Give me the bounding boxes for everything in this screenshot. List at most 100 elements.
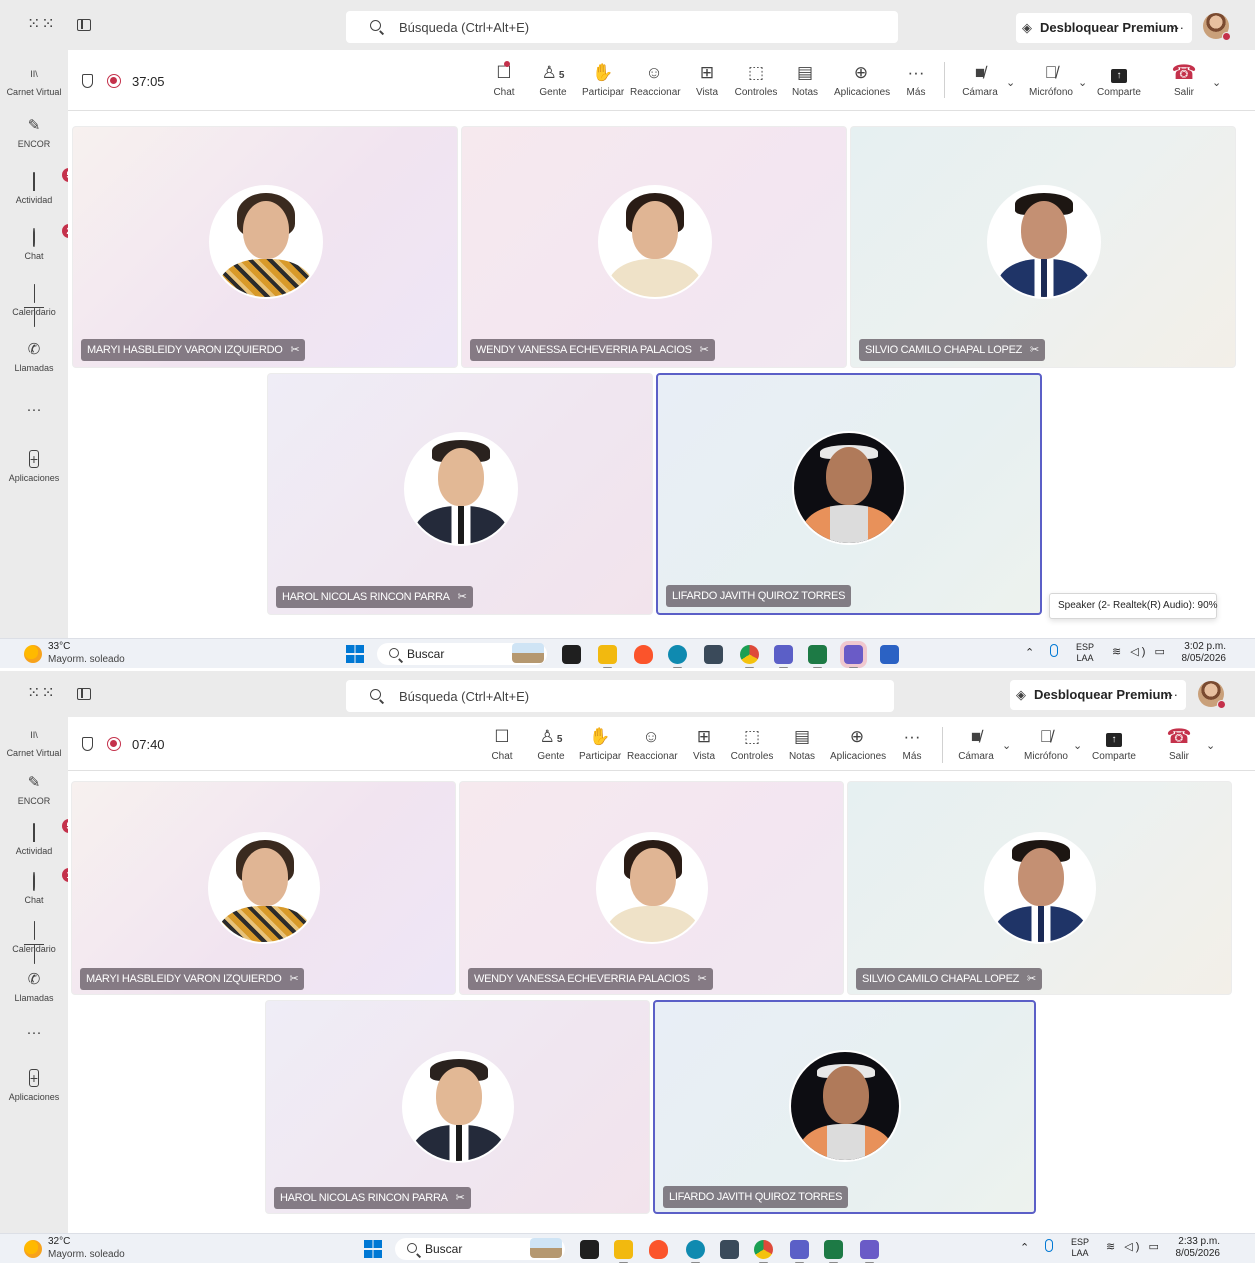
- weather-temperature[interactable]: 32°C: [48, 1236, 70, 1247]
- rail-item-chat[interactable]: 1 Chat: [0, 868, 76, 918]
- participant-tile[interactable]: MARYI HASBLEIDY VARON IZQUIERDO ✂: [72, 126, 458, 368]
- rail-item-chat[interactable]: 2 Chat: [0, 224, 76, 274]
- rail-item-calendario[interactable]: Calendario: [0, 921, 68, 967]
- profile-avatar[interactable]: [1203, 13, 1231, 41]
- unlock-premium-button[interactable]: ◈ Desbloquear Premium ···: [1010, 680, 1186, 710]
- teams-icon[interactable]: [774, 645, 793, 668]
- camera-button[interactable]: ■̸ Cámara: [958, 725, 994, 769]
- share-button[interactable]: ↑ Comparte: [1096, 61, 1142, 105]
- rail-item-encor[interactable]: ✎ ENCOR: [0, 116, 68, 162]
- view-button[interactable]: ⊞ Vista: [689, 725, 719, 769]
- participant-tile-active-speaker[interactable]: LIFARDO JAVITH QUIROZ TORRES: [653, 1000, 1036, 1214]
- weather-description[interactable]: Mayorm. soleado: [48, 1249, 125, 1260]
- apps-button[interactable]: ⊕ Aplicaciones: [834, 61, 890, 105]
- excel-icon[interactable]: [808, 645, 827, 668]
- react-button[interactable]: ☺ Reaccionar: [627, 725, 678, 769]
- microphone-button[interactable]: 🎙̸ Micrófono: [1021, 725, 1071, 769]
- notes-button[interactable]: ▤ Notas: [790, 61, 820, 105]
- input-language[interactable]: ESP LAA: [1071, 1237, 1089, 1259]
- chrome-browser-icon[interactable]: [740, 645, 759, 668]
- participant-tile[interactable]: HAROL NICOLAS RINCON PARRA ✂: [265, 1000, 650, 1214]
- share-button[interactable]: ↑ Comparte: [1091, 725, 1137, 769]
- view-button[interactable]: ⊞ Vista: [692, 61, 722, 105]
- task-view-icon[interactable]: [562, 645, 581, 664]
- taskbar-search[interactable]: Buscar: [395, 1238, 565, 1260]
- raise-hand-button[interactable]: ✋ Participar: [582, 61, 624, 105]
- show-hidden-icons-chevron-icon[interactable]: ⌃: [1025, 646, 1034, 659]
- search-input[interactable]: Búsqueda (Ctrl+Alt+E): [399, 20, 529, 35]
- leave-options-chevron-icon[interactable]: ⌄: [1212, 76, 1221, 89]
- more-options-icon[interactable]: ···: [1165, 680, 1178, 710]
- brave-browser-icon[interactable]: [649, 1240, 668, 1259]
- task-view-icon[interactable]: [580, 1240, 599, 1259]
- controls-button[interactable]: ⬚ Controles: [730, 725, 774, 769]
- weather-sun-icon[interactable]: [24, 645, 42, 663]
- leave-button[interactable]: ☎ Salir: [1163, 725, 1195, 769]
- people-button[interactable]: ♙ 5 Gente: [536, 61, 570, 105]
- edge-browser-icon[interactable]: [668, 645, 687, 668]
- leave-button[interactable]: ☎ Salir: [1168, 61, 1200, 105]
- rail-item-actividad[interactable]: 5 Actividad: [0, 168, 76, 218]
- network-volume-battery-icons[interactable]: ≋ ◁) ▭: [1112, 645, 1168, 658]
- rail-item-more[interactable]: ···: [0, 400, 68, 424]
- participant-tile[interactable]: WENDY VANESSA ECHEVERRIA PALACIOS ✂: [461, 126, 847, 368]
- rail-item-aplicaciones[interactable]: + Aplicaciones: [0, 1069, 68, 1115]
- teams-alert-icon[interactable]: [860, 1240, 879, 1263]
- chrome-browser-icon[interactable]: [754, 1240, 773, 1263]
- weather-sun-icon[interactable]: [24, 1240, 42, 1258]
- rail-item-calendario[interactable]: Calendario: [0, 284, 68, 330]
- rail-item-aplicaciones[interactable]: + Aplicaciones: [0, 450, 68, 496]
- word-icon[interactable]: [880, 645, 899, 664]
- camera-options-chevron-icon[interactable]: ⌄: [1002, 739, 1011, 752]
- apps-button[interactable]: ⊕ Aplicaciones: [830, 725, 886, 769]
- more-button[interactable]: ··· Más: [904, 61, 928, 105]
- shield-icon[interactable]: [82, 737, 93, 751]
- waffle-grid-icon[interactable]: ⁙⁙: [27, 685, 55, 703]
- network-volume-battery-icons[interactable]: ≋ ◁) ▭: [1106, 1240, 1162, 1253]
- participant-tile[interactable]: HAROL NICOLAS RINCON PARRA ✂: [267, 373, 653, 615]
- notes-button[interactable]: ▤ Notas: [787, 725, 817, 769]
- chat-button[interactable]: ☐ Chat: [488, 61, 520, 105]
- weather-temperature[interactable]: 33°C: [48, 641, 70, 652]
- file-explorer-icon[interactable]: [614, 1240, 633, 1263]
- side-panel-icon[interactable]: [77, 688, 91, 700]
- profile-avatar[interactable]: [1198, 681, 1226, 709]
- unlock-premium-button[interactable]: ◈ Desbloquear Premium ···: [1016, 13, 1192, 43]
- rail-item-carnet-virtual[interactable]: II\ Carnet Virtual: [0, 64, 68, 110]
- calculator-icon[interactable]: [720, 1240, 739, 1259]
- participant-tile-active-speaker[interactable]: LIFARDO JAVITH QUIROZ TORRES: [656, 373, 1042, 615]
- weather-description[interactable]: Mayorm. soleado: [48, 654, 125, 665]
- microphone-in-use-icon[interactable]: [1050, 644, 1058, 657]
- rail-item-carnet-virtual[interactable]: II\ Carnet Virtual: [0, 725, 68, 771]
- edge-browser-icon[interactable]: [686, 1240, 705, 1263]
- mic-options-chevron-icon[interactable]: ⌄: [1073, 739, 1082, 752]
- system-clock[interactable]: 3:02 p.m. 8/05/2026: [1174, 641, 1227, 665]
- side-panel-icon[interactable]: [77, 19, 91, 31]
- excel-icon[interactable]: [824, 1240, 843, 1263]
- more-options-icon[interactable]: ···: [1171, 13, 1184, 43]
- participant-tile[interactable]: WENDY VANESSA ECHEVERRIA PALACIOS ✂: [459, 781, 844, 995]
- camera-options-chevron-icon[interactable]: ⌄: [1006, 76, 1015, 89]
- search-box[interactable]: Búsqueda (Ctrl+Alt+E): [346, 680, 894, 712]
- taskbar-search[interactable]: Buscar: [377, 643, 547, 665]
- rail-item-actividad[interactable]: 5 Actividad: [0, 819, 76, 869]
- rail-item-more[interactable]: ···: [0, 1023, 68, 1047]
- people-button[interactable]: ♙ 5 Gente: [534, 725, 568, 769]
- camera-button[interactable]: ■̸ Cámara: [962, 61, 998, 105]
- waffle-grid-icon[interactable]: ⁙⁙: [27, 16, 55, 34]
- rail-item-encor[interactable]: ✎ ENCOR: [0, 773, 68, 819]
- rail-item-llamadas[interactable]: ✆ Llamadas: [0, 340, 68, 386]
- input-language[interactable]: ESP LAA: [1076, 642, 1094, 664]
- search-box[interactable]: Búsqueda (Ctrl+Alt+E): [346, 11, 898, 43]
- rail-item-llamadas[interactable]: ✆ Llamadas: [0, 970, 68, 1016]
- system-clock[interactable]: 2:33 p.m. 8/05/2026: [1168, 1236, 1221, 1260]
- search-input[interactable]: Búsqueda (Ctrl+Alt+E): [399, 689, 529, 704]
- more-button[interactable]: ··· Más: [900, 725, 924, 769]
- shield-icon[interactable]: [82, 74, 93, 88]
- calculator-icon[interactable]: [704, 645, 723, 664]
- leave-options-chevron-icon[interactable]: ⌄: [1206, 739, 1215, 752]
- react-button[interactable]: ☺ Reaccionar: [630, 61, 681, 105]
- microphone-button[interactable]: 🎙̸ Micrófono: [1026, 61, 1076, 105]
- participant-tile[interactable]: SILVIO CAMILO CHAPAL LOPEZ ✂: [850, 126, 1236, 368]
- windows-start-icon[interactable]: [364, 1240, 382, 1258]
